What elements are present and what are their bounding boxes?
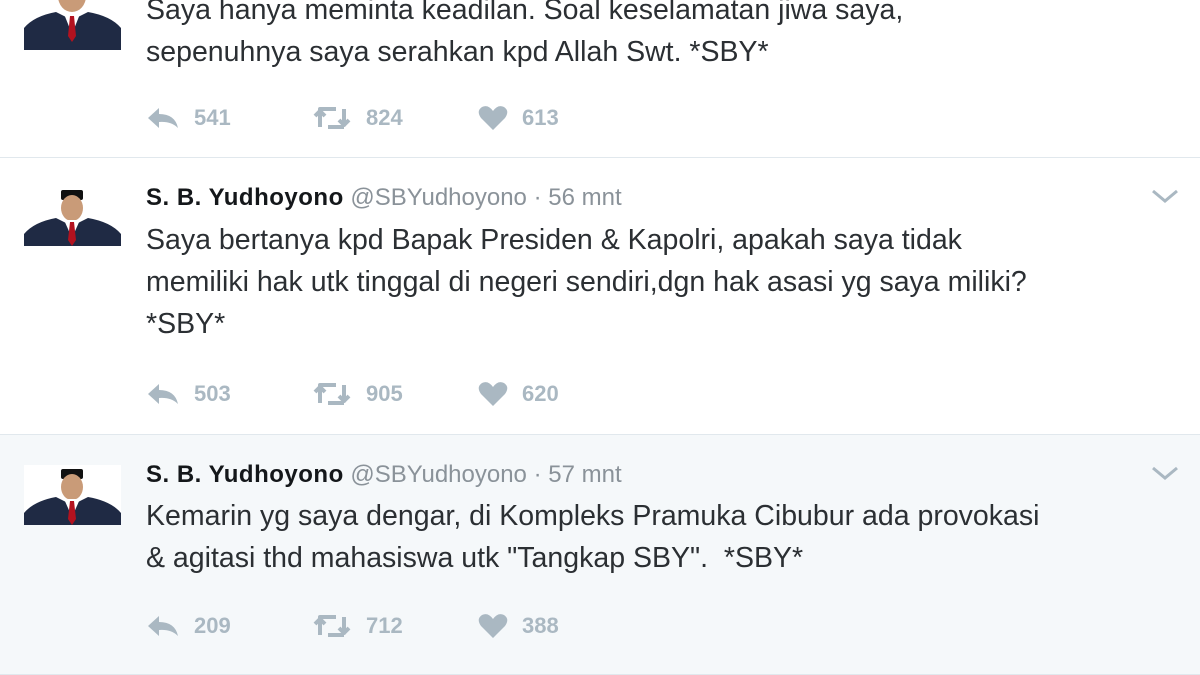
like-button[interactable]: 388 xyxy=(478,609,559,643)
reply-icon xyxy=(146,106,180,130)
avatar[interactable] xyxy=(24,465,121,525)
heart-icon xyxy=(478,613,508,639)
like-button[interactable]: 613 xyxy=(478,101,559,135)
tweet-header: S. B. Yudhoyono @SBYudhoyono · 56 mnt xyxy=(146,184,622,212)
tweet-item[interactable]: S. B. Yudhoyono @SBYudhoyono · 57 mnt Ke… xyxy=(0,435,1200,675)
author-name[interactable]: S. B. Yudhoyono xyxy=(146,184,344,211)
reply-count: 209 xyxy=(194,613,231,638)
author-handle[interactable]: @SBYudhoyono xyxy=(350,184,527,211)
avatar[interactable] xyxy=(24,0,121,50)
tweet-time[interactable]: 57 mnt xyxy=(548,461,621,488)
like-count: 388 xyxy=(522,613,559,638)
reply-icon xyxy=(146,614,180,638)
tweet-header: S. B. Yudhoyono @SBYudhoyono · 57 mnt xyxy=(146,461,622,489)
tweet-actions: 541 824 613 xyxy=(146,101,646,135)
tweet-menu-button[interactable] xyxy=(1150,186,1180,206)
author-handle[interactable]: @SBYudhoyono xyxy=(350,461,527,488)
reply-count: 503 xyxy=(194,381,231,406)
retweet-icon xyxy=(312,105,352,131)
tweet-actions: 209 712 388 xyxy=(146,609,646,643)
like-count: 613 xyxy=(522,105,559,130)
retweet-count: 824 xyxy=(366,105,403,130)
reply-button[interactable]: 503 xyxy=(146,377,231,411)
like-count: 620 xyxy=(522,381,559,406)
tweet-menu-button[interactable] xyxy=(1150,463,1180,483)
retweet-button[interactable]: 712 xyxy=(312,609,403,643)
tweet-time[interactable]: 56 mnt xyxy=(548,184,621,211)
reply-button[interactable]: 541 xyxy=(146,101,231,135)
retweet-count: 905 xyxy=(366,381,403,406)
avatar[interactable] xyxy=(24,186,121,246)
tweet-item[interactable]: Saya hanya meminta keadilan. Soal kesela… xyxy=(0,0,1200,158)
retweet-icon xyxy=(312,613,352,639)
tweet-text: Saya hanya meminta keadilan. Soal kesela… xyxy=(146,0,904,68)
author-name[interactable]: S. B. Yudhoyono xyxy=(146,461,344,488)
reply-icon xyxy=(146,382,180,406)
reply-button[interactable]: 209 xyxy=(146,609,231,643)
reply-count: 541 xyxy=(194,105,231,130)
retweet-button[interactable]: 824 xyxy=(312,101,403,135)
tweet-text: Kemarin yg saya dengar, di Kompleks Pram… xyxy=(146,500,1040,574)
separator: · xyxy=(533,184,542,211)
heart-icon xyxy=(478,381,508,407)
tweet-item[interactable]: S. B. Yudhoyono @SBYudhoyono · 56 mnt Sa… xyxy=(0,158,1200,435)
like-button[interactable]: 620 xyxy=(478,377,559,411)
chevron-down-icon xyxy=(1150,189,1180,210)
tweet-actions: 503 905 620 xyxy=(146,377,646,411)
tweet-text: Saya bertanya kpd Bapak Presiden & Kapol… xyxy=(146,224,1027,340)
retweet-icon xyxy=(312,381,352,407)
retweet-button[interactable]: 905 xyxy=(312,377,403,411)
tweet-feed: Saya hanya meminta keadilan. Soal kesela… xyxy=(0,0,1200,675)
heart-icon xyxy=(478,105,508,131)
chevron-down-icon xyxy=(1150,466,1180,487)
separator: · xyxy=(533,461,542,488)
retweet-count: 712 xyxy=(366,613,403,638)
